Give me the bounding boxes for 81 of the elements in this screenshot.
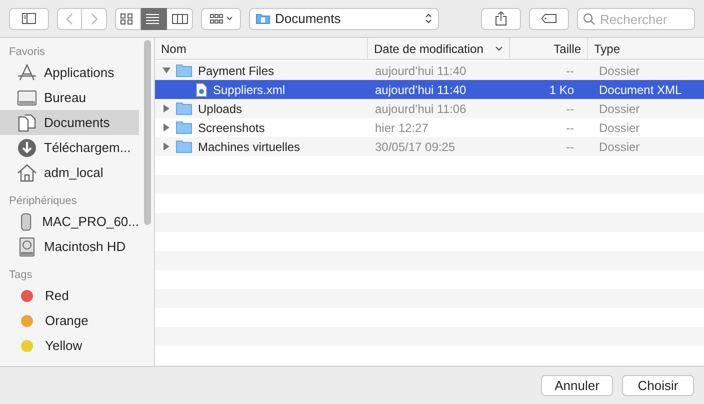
file-name: Machines virtuelles xyxy=(198,138,300,156)
folder-icon xyxy=(176,64,192,77)
column-header[interactable]: Taille xyxy=(510,38,588,59)
size-cell-text: -- xyxy=(565,100,575,118)
sidebar-item[interactable]: Orange xyxy=(0,308,139,333)
home-icon xyxy=(17,162,37,182)
file-row[interactable]: Suppliers.xml aujourd’hui 11:40 1 Ko Document XML xyxy=(155,80,704,99)
apps-icon xyxy=(17,62,37,82)
file-row[interactable]: Uploads aujourd’hui 11:06 -- Dossier xyxy=(155,99,704,118)
date-cell-text: hier 12:27 xyxy=(374,120,430,136)
location-popup[interactable]: Documents xyxy=(249,8,439,30)
section-heading: Favoris xyxy=(8,44,46,60)
share-icon xyxy=(495,11,507,26)
cancel-button[interactable]: Annuler xyxy=(541,375,613,396)
caret-icon xyxy=(226,16,232,21)
columns-icon xyxy=(172,12,188,24)
arrange-button[interactable] xyxy=(201,8,241,30)
sidebar-item[interactable]: Yellow xyxy=(0,333,139,358)
sidebar-item[interactable]: Téléchargem... xyxy=(0,135,139,160)
date-cell-text: aujourd’hui 11:40 xyxy=(374,62,468,80)
sidebar-toggle-button[interactable] xyxy=(9,8,49,30)
column-header[interactable]: Nom xyxy=(155,38,368,59)
folder-icon xyxy=(176,102,192,115)
type-cell-text: Dossier xyxy=(598,138,641,156)
search-icon xyxy=(583,12,595,24)
file-name: Uploads xyxy=(198,100,242,118)
disclosure-right-icon[interactable] xyxy=(162,142,171,151)
size-cell-text: -- xyxy=(565,138,575,156)
sidebar-item[interactable]: adm_local xyxy=(0,160,139,185)
size-cell-text: -- xyxy=(565,62,575,80)
download-icon xyxy=(17,138,37,158)
date-cell-text: aujourd’hui 11:06 xyxy=(374,100,468,118)
tag-icon xyxy=(541,14,557,23)
sidebar-icon xyxy=(22,13,36,24)
column-header[interactable]: Date de modification xyxy=(368,38,510,59)
document-icon xyxy=(196,82,207,96)
folder-icon xyxy=(256,13,270,24)
sidebar-item[interactable]: Applications xyxy=(0,60,139,85)
type-cell-text: Dossier xyxy=(598,62,641,80)
date-cell-text: aujourd’hui 11:40 xyxy=(374,82,468,98)
chevron-left-icon xyxy=(66,12,73,24)
size-cell-text: 1 Ko xyxy=(548,82,575,98)
file-name: Payment Files xyxy=(198,62,274,80)
type-cell-text: Document XML xyxy=(598,82,683,98)
section-heading: Périphériques xyxy=(8,194,78,208)
disclosure-right-icon[interactable] xyxy=(162,123,171,132)
choose-button[interactable]: Choisir xyxy=(622,375,694,396)
date-cell-text: 30/05/17 09:25 xyxy=(374,138,456,156)
sidebar-item[interactable]: Red xyxy=(0,283,139,308)
disclosure-down-icon[interactable] xyxy=(162,66,171,75)
sidebar-item[interactable]: Bureau xyxy=(0,85,139,110)
search-field[interactable]: Rechercher xyxy=(577,8,695,30)
size-cell-text: -- xyxy=(565,120,575,136)
file-row[interactable]: Machines virtuelles 30/05/17 09:25 -- Dossier xyxy=(155,137,704,156)
sidebar-item[interactable]: Macintosh HD xyxy=(0,234,139,259)
type-cell-text: Dossier xyxy=(598,120,641,136)
file-name: Screenshots xyxy=(198,120,265,136)
type-cell-text: Dossier xyxy=(598,100,641,118)
scrollbar-thumb[interactable] xyxy=(144,40,151,225)
view-mode-button[interactable] xyxy=(167,8,193,30)
chevron-down-icon xyxy=(495,46,503,51)
folder-icon xyxy=(176,140,192,153)
disclosure-right-icon[interactable] xyxy=(162,104,171,113)
file-row[interactable]: Payment Files aujourd’hui 11:40 -- Dossier xyxy=(155,61,704,80)
sidebar-item[interactable]: MAC_PRO_60... xyxy=(0,209,139,234)
view-mode-button[interactable] xyxy=(115,8,141,30)
chevron-right-icon xyxy=(90,12,98,24)
list-icon xyxy=(146,12,162,24)
location-label: Documents xyxy=(275,10,342,28)
stepper-icon xyxy=(425,13,432,24)
share-button[interactable] xyxy=(481,8,521,30)
folder-icon xyxy=(176,121,192,134)
view-mode-button[interactable] xyxy=(141,8,167,30)
sidebar-item[interactable]: Documents xyxy=(0,110,139,135)
desktop-icon xyxy=(17,88,37,108)
column-header[interactable]: Type xyxy=(588,38,704,59)
tag-button[interactable] xyxy=(529,8,569,30)
documents-icon xyxy=(17,112,37,132)
section-heading: Tags xyxy=(8,268,34,282)
file-name: Suppliers.xml xyxy=(213,82,286,98)
grid-icon xyxy=(210,14,222,24)
